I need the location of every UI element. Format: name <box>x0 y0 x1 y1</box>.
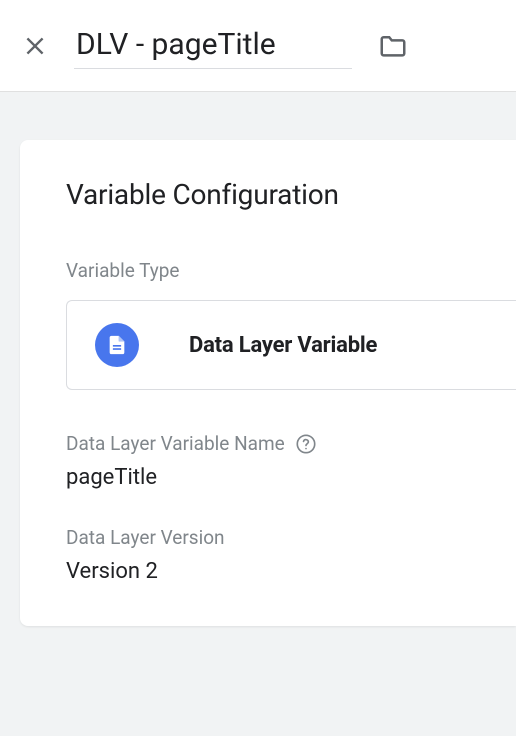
version-field: Data Layer Version Version 2 <box>66 526 516 584</box>
variable-type-label: Variable Type <box>66 259 516 282</box>
variable-type-value: Data Layer Variable <box>189 333 377 358</box>
content-area: Variable Configuration Variable Type Dat… <box>0 92 516 626</box>
close-icon[interactable] <box>20 31 50 61</box>
version-value: Version 2 <box>66 559 516 584</box>
variable-name-label: Data Layer Variable Name <box>66 432 285 455</box>
data-layer-variable-icon <box>95 323 139 367</box>
help-icon[interactable] <box>295 433 317 455</box>
variable-configuration-card: Variable Configuration Variable Type Dat… <box>20 140 516 626</box>
card-title: Variable Configuration <box>66 178 516 211</box>
variable-name-field: Data Layer Variable Name pageTitle <box>66 432 516 490</box>
variable-title-input[interactable] <box>74 23 352 69</box>
header-bar <box>0 0 516 92</box>
version-label: Data Layer Version <box>66 526 516 549</box>
variable-type-selector[interactable]: Data Layer Variable <box>66 300 516 390</box>
variable-name-value: pageTitle <box>66 465 516 490</box>
folder-icon[interactable] <box>376 29 410 63</box>
